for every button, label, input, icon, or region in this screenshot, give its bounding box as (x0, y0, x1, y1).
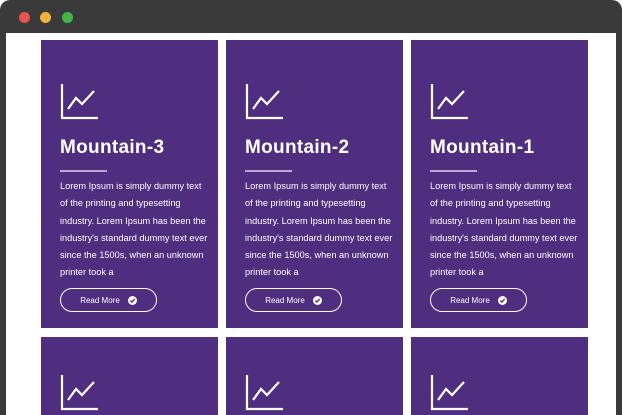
card-title: Mountain-3 (60, 137, 165, 158)
card-grid: Mountain-3 Lorem Ipsum is simply dummy t… (6, 33, 616, 415)
read-more-button[interactable]: Read More (245, 288, 342, 312)
check-circle-icon (312, 295, 322, 305)
check-circle-icon (127, 295, 137, 305)
title-divider (430, 170, 477, 172)
line-chart-icon (245, 375, 283, 411)
card-description: Lorem Ipsum is simply dummy text of the … (60, 181, 208, 278)
read-more-button[interactable]: Read More (60, 288, 157, 312)
card-mountain-3: Mountain-3 Lorem Ipsum is simply dummy t… (41, 40, 218, 328)
card-description: Lorem Ipsum is simply dummy text of the … (430, 181, 578, 278)
card-row2-2 (226, 337, 403, 415)
close-window-button[interactable] (19, 12, 30, 23)
title-divider (245, 170, 292, 172)
read-more-button[interactable]: Read More (430, 288, 527, 312)
line-chart-icon (245, 84, 283, 120)
line-chart-icon (430, 375, 468, 411)
read-more-label: Read More (265, 295, 305, 305)
line-chart-icon (60, 84, 98, 120)
minimize-window-button[interactable] (40, 12, 51, 23)
window-title-bar (0, 0, 622, 33)
check-circle-icon (497, 295, 507, 305)
card-description: Lorem Ipsum is simply dummy text of the … (245, 181, 393, 278)
card-mountain-2: Mountain-2 Lorem Ipsum is simply dummy t… (226, 40, 403, 328)
card-row2-3 (411, 337, 588, 415)
card-row2-1 (41, 337, 218, 415)
maximize-window-button[interactable] (62, 12, 73, 23)
window-frame-right (616, 33, 622, 415)
line-chart-icon (430, 84, 468, 120)
line-chart-icon (60, 375, 98, 411)
card-title: Mountain-2 (245, 137, 350, 158)
card-mountain-1: Mountain-1 Lorem Ipsum is simply dummy t… (411, 40, 588, 328)
card-title: Mountain-1 (430, 137, 535, 158)
title-divider (60, 170, 107, 172)
read-more-label: Read More (450, 295, 490, 305)
read-more-label: Read More (80, 295, 120, 305)
